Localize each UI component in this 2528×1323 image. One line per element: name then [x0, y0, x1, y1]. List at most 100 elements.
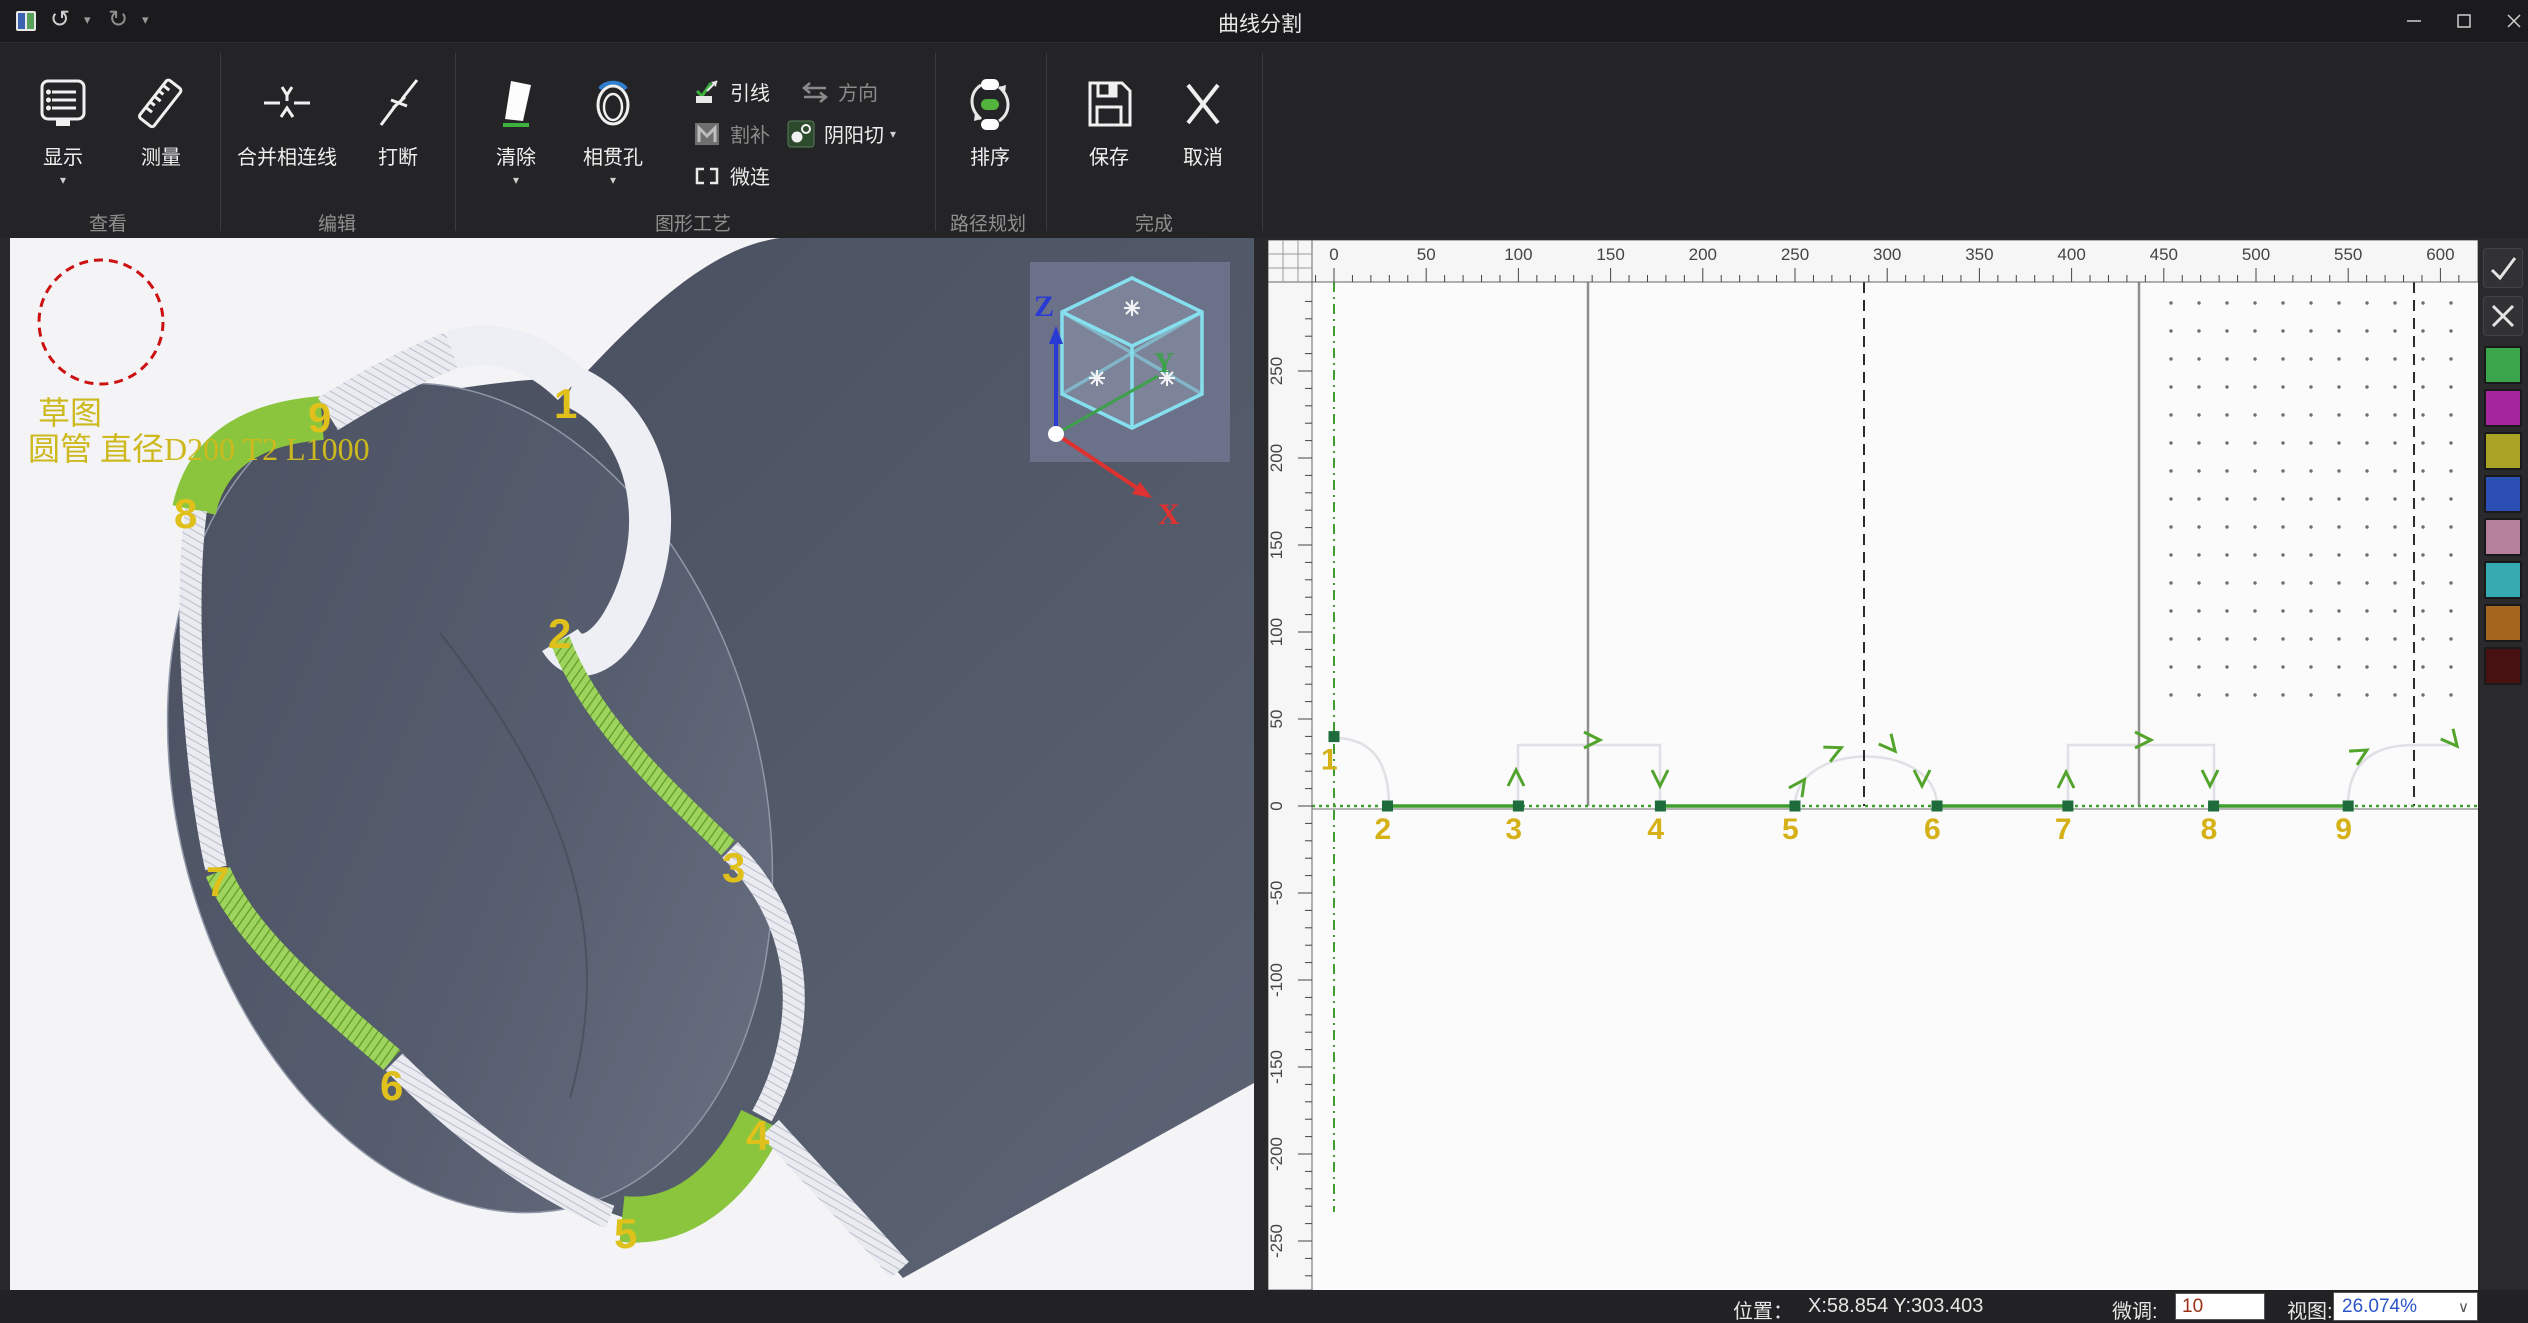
position-label: 位置： [1733, 1295, 1793, 1323]
intersect-hole-button[interactable]: 相贯孔 ▾ [565, 65, 661, 189]
measure-button[interactable]: 测量 [118, 65, 204, 173]
view-zoom-dropdown[interactable]: 26.074% ∨ [2333, 1292, 2478, 1321]
viewport-3d[interactable]: 草图 圆管 直径D200 T2 L1000 123456789 [10, 238, 1254, 1290]
axis-y-label: Y [1154, 348, 1174, 379]
close-button[interactable] [2490, 0, 2528, 42]
ribbon-toolbar: 显示 ▾ 测量 [0, 42, 2528, 238]
break-button[interactable]: 打断 [355, 65, 441, 173]
cancel-x-icon [1160, 65, 1246, 143]
group-divider [1262, 53, 1263, 231]
curve-point-marker[interactable] [1513, 801, 1524, 812]
ruler-label-y: 50 [1268, 710, 1286, 729]
color-swatch[interactable] [2484, 346, 2522, 384]
lead-line-button[interactable]: 引线 [692, 77, 770, 106]
group-label-path: 路径规划 [908, 209, 1068, 236]
color-swatch[interactable] [2484, 604, 2522, 642]
save-floppy-icon [1066, 65, 1152, 143]
point-number-label: 4 [1647, 813, 1664, 846]
curve-point-marker[interactable] [1790, 801, 1801, 812]
lead-line-icon [692, 79, 722, 105]
merge-lines-button[interactable]: 合并相连线 [212, 65, 362, 173]
ruler-label-x: 550 [2334, 245, 2362, 264]
ruler-label-y: 100 [1268, 618, 1286, 646]
point-number-label-3d: 1 [554, 380, 577, 427]
point-number-label: 5 [1782, 813, 1799, 846]
right-sidebar [2478, 238, 2528, 1290]
curve-point-marker[interactable] [2343, 801, 2354, 812]
panel-2d-unwrap[interactable]: 123456789 050100150200250300350400450500… [1268, 240, 2478, 1290]
cut-patch-button[interactable]: 割补 [692, 119, 770, 148]
color-swatch[interactable] [2484, 432, 2522, 470]
redo-icon[interactable]: ↻ [108, 4, 128, 36]
ruler-label-y: -200 [1268, 1137, 1286, 1171]
ruler-label-y: 250 [1268, 357, 1286, 385]
display-dropdown-caret[interactable]: ▾ [17, 173, 109, 189]
group-divider [935, 53, 936, 231]
clear-button[interactable]: 清除 ▾ [473, 65, 559, 189]
point-number-label: 3 [1505, 813, 1522, 846]
color-swatch[interactable] [2484, 561, 2522, 599]
ruler-label-y: -150 [1268, 1050, 1286, 1084]
maximize-icon [2455, 12, 2473, 30]
ruler-label-x: 450 [2150, 245, 2178, 264]
nudge-label: 微调: [2112, 1295, 2158, 1323]
micro-joint-button[interactable]: 微连 [692, 161, 770, 190]
yinyang-dropdown-caret[interactable]: ▾ [890, 127, 896, 141]
measure-ruler-icon [118, 65, 204, 143]
ruler-label-x: 150 [1596, 245, 1624, 264]
point-number-label-3d: 7 [206, 858, 229, 905]
color-swatch[interactable] [2484, 518, 2522, 556]
point-number-label: 6 [1924, 813, 1941, 846]
curve-point-marker[interactable] [1382, 801, 1393, 812]
confirm-button[interactable] [2483, 248, 2523, 288]
status-bar: 位置： X:58.854 Y:303.403 微调: 视图: 26.074% ∨ [0, 1290, 2528, 1323]
merge-lines-icon [212, 65, 362, 143]
sort-button[interactable]: 排序 [947, 65, 1033, 173]
group-label-process: 图形工艺 [613, 209, 773, 236]
curve-point-marker[interactable] [2208, 801, 2219, 812]
ruler-label-x: 600 [2426, 245, 2454, 264]
direction-button[interactable]: 方向 [800, 77, 878, 106]
color-swatch[interactable] [2484, 389, 2522, 427]
eraser-icon [473, 65, 559, 143]
ruler-label-x: 250 [1781, 245, 1809, 264]
axis-z-label: Z [1034, 290, 1054, 323]
color-swatch[interactable] [2484, 647, 2522, 685]
ruler-label-y: 200 [1268, 444, 1286, 472]
ruler-label-x: 200 [1689, 245, 1717, 264]
intersect-hole-icon [565, 65, 661, 143]
minimize-button[interactable] [2390, 0, 2438, 42]
curve-point-marker[interactable] [1329, 731, 1340, 742]
clear-dropdown-caret[interactable]: ▾ [473, 173, 559, 189]
save-button[interactable]: 保存 [1066, 65, 1152, 173]
curve-point-marker[interactable] [2062, 801, 2073, 812]
undo-icon[interactable]: ↺ [50, 4, 70, 36]
redo-dropdown-caret[interactable]: ▾ [142, 12, 149, 28]
color-swatch[interactable] [2484, 475, 2522, 513]
nudge-input[interactable] [2175, 1293, 2265, 1320]
ruler-label-y: -100 [1268, 963, 1286, 997]
view-label: 视图: [2287, 1295, 2333, 1323]
point-number-label-3d: 2 [548, 610, 571, 657]
x-icon [2489, 302, 2517, 330]
reject-button[interactable] [2483, 296, 2523, 336]
application-window: ↺ ▾ ↻ ▾ 曲线分割 [0, 0, 2528, 1323]
ruler-corner[interactable] [1268, 240, 1312, 282]
group-divider [1046, 53, 1047, 231]
display-button[interactable]: 显示 ▾ [17, 65, 109, 189]
undo-dropdown-caret[interactable]: ▾ [84, 12, 91, 28]
title-bar: ↺ ▾ ↻ ▾ 曲线分割 [0, 0, 2528, 42]
app-icon[interactable] [16, 11, 36, 31]
intersect-hole-dropdown-caret[interactable]: ▾ [565, 173, 661, 189]
point-number-label-3d: 3 [722, 844, 745, 891]
curve-point-marker[interactable] [1655, 801, 1666, 812]
ruler-label-y: 150 [1268, 531, 1286, 559]
cancel-button[interactable]: 取消 [1160, 65, 1246, 173]
yinyang-cut-icon [786, 121, 816, 147]
axis-x-label: X [1158, 498, 1180, 531]
curve-point-marker[interactable] [1931, 801, 1942, 812]
maximize-button[interactable] [2440, 0, 2488, 42]
yinyang-cut-button[interactable]: 阴阳切 ▾ [786, 119, 896, 148]
close-icon [2505, 12, 2523, 30]
position-value: X:58.854 Y:303.403 [1808, 1295, 1983, 1318]
